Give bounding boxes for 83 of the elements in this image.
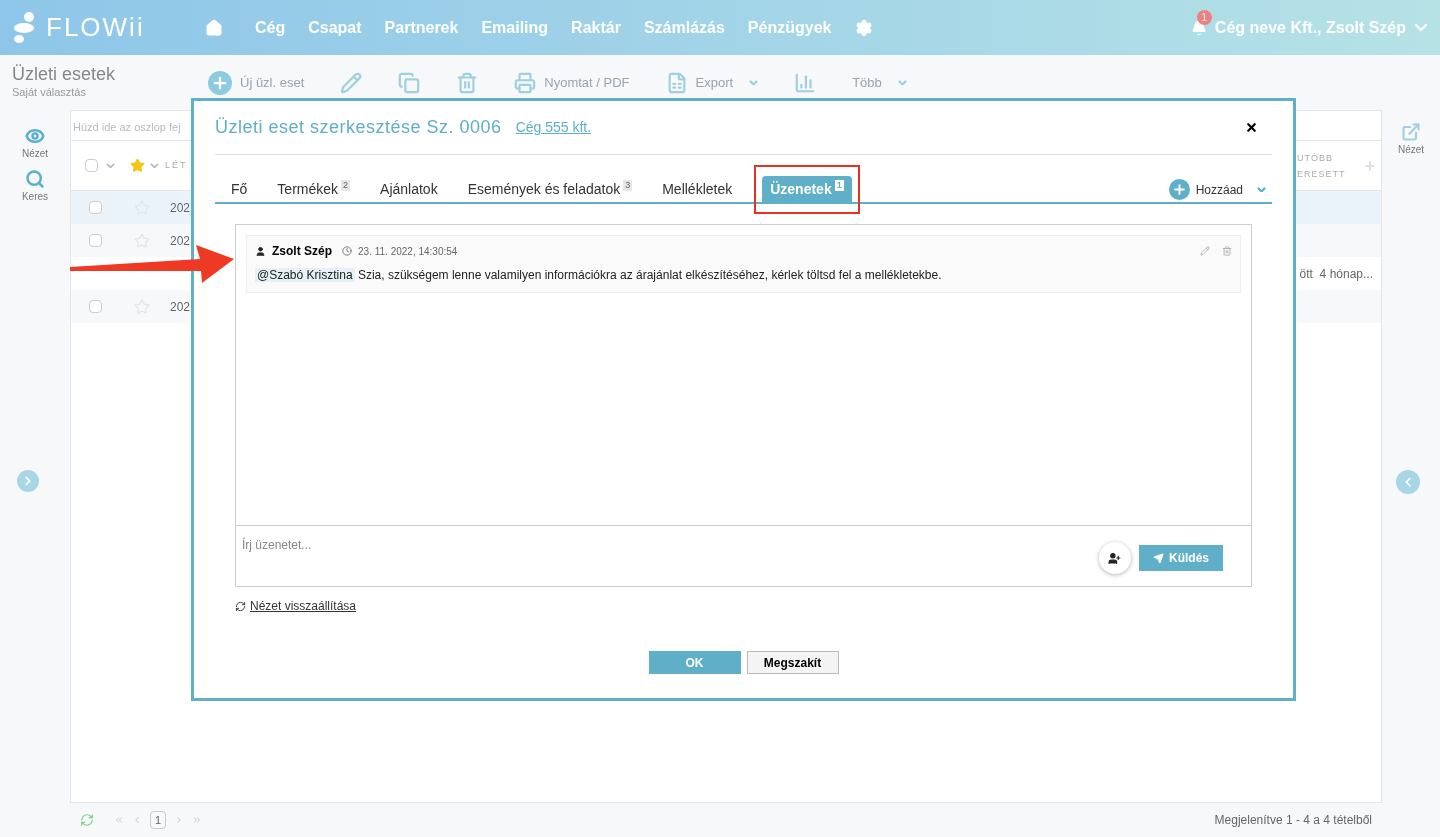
nav-link[interactable]: Csapat	[308, 15, 362, 40]
bell-icon[interactable]	[1190, 19, 1207, 36]
dialog-title: Üzleti eset szerkesztése Sz. 0006	[215, 116, 502, 139]
pencil-icon	[340, 71, 363, 94]
nav-link[interactable]: Emailing	[481, 15, 549, 40]
chevron-down-icon	[1414, 23, 1428, 32]
eye-icon	[25, 126, 45, 146]
collapse-button[interactable]	[1396, 470, 1420, 494]
settings-icon[interactable]	[855, 18, 874, 37]
row-checkbox[interactable]	[89, 300, 102, 313]
user-icon	[255, 245, 266, 257]
toolbar-button[interactable]: Nyomtat / PDF	[514, 66, 630, 99]
notification-badge: 1	[1196, 9, 1212, 25]
tab[interactable]: Üzenetek 1	[762, 176, 852, 202]
message-input[interactable]: Írj üzenetet... Küldés	[235, 526, 1252, 587]
refresh-icon[interactable]	[80, 813, 94, 827]
tab[interactable]: Ajánlatok	[372, 176, 446, 202]
mention-tag[interactable]: @Szabó Krisztina	[255, 268, 355, 282]
user-plus-icon	[1108, 551, 1122, 565]
star-icon[interactable]	[130, 158, 145, 173]
bar-chart-icon	[794, 71, 817, 94]
previous-page-icon[interactable]	[132, 815, 142, 825]
add-icon	[1168, 179, 1190, 200]
search-icon	[25, 169, 45, 189]
first-page-icon[interactable]	[114, 815, 124, 825]
reset-view-link[interactable]: Nézet visszaállítása	[235, 597, 357, 615]
expand-button[interactable]	[17, 470, 39, 492]
nav-link[interactable]: Pénzügyek	[747, 15, 832, 40]
nav-link[interactable]: Cég	[255, 15, 286, 40]
pager-summary: Megjelenítve 1 - 4 a 4 tételből	[1214, 812, 1372, 829]
send-button[interactable]: Küldés	[1139, 545, 1223, 571]
table-cell-text: 202	[170, 232, 191, 250]
nav-link[interactable]: Raktár	[571, 15, 621, 40]
home-icon[interactable]	[205, 18, 223, 37]
tab[interactable]: Termékek 2	[269, 176, 359, 202]
message-author: Zsolt Szép	[272, 243, 332, 260]
open-view-button[interactable]: Nézet	[1397, 122, 1425, 157]
page-title: Üzleti esetek	[12, 64, 117, 85]
last-page-icon[interactable]	[192, 815, 203, 825]
column-header[interactable]: UTÓBB ERESETT	[1297, 149, 1355, 182]
toolbar-button[interactable]: Új üzl. eset	[208, 66, 305, 99]
page-number[interactable]: 1	[150, 810, 167, 830]
add-icon	[208, 70, 232, 95]
row-checkbox[interactable]	[89, 234, 102, 247]
paper-plane-icon	[1153, 552, 1164, 564]
external-link-icon	[1401, 122, 1421, 142]
table-cell-text: ött 4 hónap...	[1299, 265, 1373, 283]
toolbar-button[interactable]: Export	[665, 66, 759, 99]
view-button[interactable]: Nézet	[21, 126, 49, 161]
clock-icon	[342, 246, 352, 256]
ok-button[interactable]: OK	[648, 651, 741, 674]
nav-link[interactable]: Partnerek	[384, 15, 459, 40]
column-header[interactable]: LÉT	[165, 158, 188, 173]
printer-icon	[514, 71, 537, 94]
table-cell-text: 202	[170, 298, 191, 316]
caret-icon[interactable]	[106, 162, 115, 169]
page-subtitle: Saját választás	[12, 85, 87, 101]
nav-link[interactable]: Számlázás	[643, 15, 725, 40]
cancel-button[interactable]: Megszakít	[746, 651, 839, 674]
tab[interactable]: Mellékletek	[654, 176, 741, 202]
tab[interactable]: Fő	[223, 176, 256, 202]
header-checkbox[interactable]	[85, 159, 98, 172]
close-icon[interactable]	[1245, 121, 1258, 134]
message-time: 23. 11. 2022, 14:30:54	[358, 244, 458, 259]
mention-user-button[interactable]	[1099, 542, 1131, 574]
search-button[interactable]: Keres	[21, 169, 49, 204]
table-cell-text: 202	[170, 199, 191, 217]
caret-icon[interactable]	[150, 162, 159, 169]
row-checkbox[interactable]	[89, 201, 102, 214]
account-menu[interactable]: Cég neve Kft., Zsolt Szép	[1214, 15, 1428, 40]
pencil-icon[interactable]	[1200, 246, 1210, 256]
toolbar-button[interactable]: Több	[852, 66, 907, 99]
add-button[interactable]: Hozzáad	[1168, 179, 1266, 200]
trash-icon	[456, 71, 479, 94]
copy-icon	[398, 71, 421, 94]
message-text: Szia, szükségem lenne valamilyen információkra az árajánlat elkészítéséhez, kérlek töltsd fel a mellékletekbe.	[357, 268, 942, 282]
refresh-icon	[235, 600, 246, 612]
add-column-icon[interactable]	[1363, 158, 1377, 173]
brand-name: FLOWii	[46, 11, 145, 44]
tab[interactable]: Események és feladatok 3	[459, 176, 641, 202]
caret-icon	[1257, 186, 1266, 193]
company-link[interactable]: Cég 555 kft.	[515, 117, 592, 138]
trash-icon[interactable]	[1222, 246, 1232, 256]
